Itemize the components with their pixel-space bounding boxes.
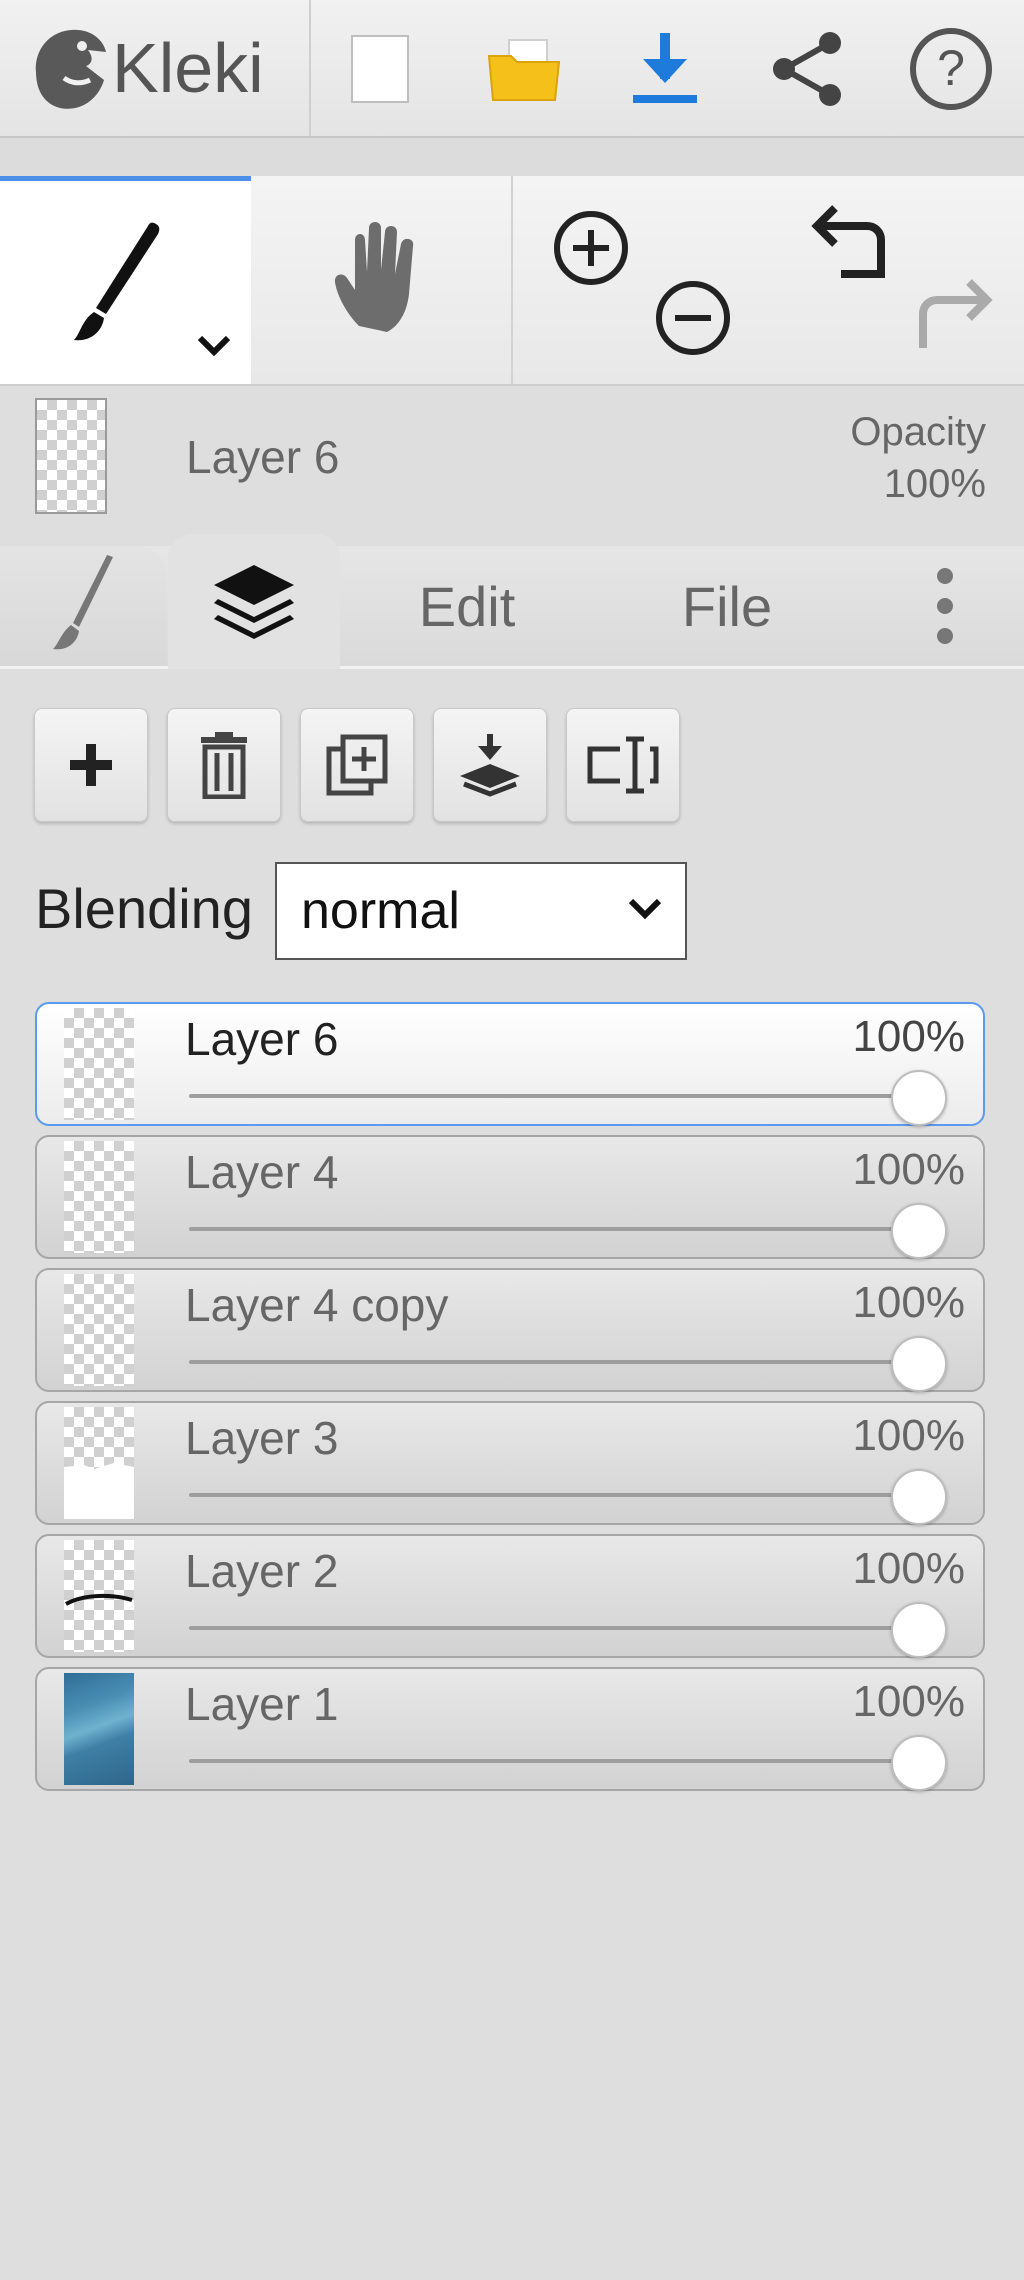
layer-opacity: 100% bbox=[852, 1012, 965, 1061]
rename-layer-icon bbox=[587, 736, 659, 794]
layer-thumbnail bbox=[64, 1540, 134, 1652]
svg-text:?: ? bbox=[937, 40, 965, 96]
panel-tabs: Edit File bbox=[0, 526, 1024, 669]
layer-item[interactable]: Layer 4 100% bbox=[35, 1135, 985, 1259]
layer-name: Layer 1 bbox=[185, 1678, 339, 1730]
add-layer-icon bbox=[70, 744, 112, 786]
layer-opacity: 100% bbox=[852, 1145, 965, 1194]
merge-down-icon bbox=[460, 734, 520, 797]
layer-thumbnail-content bbox=[64, 1463, 134, 1519]
current-layer-opacity: Opacity 100% bbox=[850, 406, 986, 510]
open-folder-icon bbox=[487, 39, 561, 101]
layer-opacity: 100% bbox=[852, 1544, 965, 1593]
opacity-slider-handle[interactable] bbox=[891, 1203, 947, 1259]
opacity-slider-handle[interactable] bbox=[891, 1735, 947, 1791]
more-menu-button[interactable] bbox=[900, 546, 990, 666]
share-icon bbox=[773, 32, 841, 106]
download-icon bbox=[633, 33, 697, 103]
new-image-button[interactable] bbox=[335, 24, 425, 114]
opacity-slider-handle[interactable] bbox=[891, 1336, 947, 1392]
layer-thumbnail-content bbox=[65, 1593, 133, 1606]
tab-file[interactable]: File bbox=[652, 546, 802, 666]
layer-name: Layer 6 bbox=[185, 1013, 339, 1065]
tab-brush[interactable] bbox=[0, 546, 166, 666]
share-button[interactable] bbox=[763, 24, 853, 114]
history-controls bbox=[769, 176, 1024, 384]
zoom-out-icon[interactable] bbox=[653, 278, 733, 358]
opacity-slider-handle[interactable] bbox=[891, 1070, 947, 1126]
layer-item[interactable]: Layer 1 100% bbox=[35, 1667, 985, 1791]
delete-layer-icon bbox=[201, 732, 247, 799]
hand-tool-icon bbox=[334, 222, 414, 332]
layer-opacity: 100% bbox=[852, 1278, 965, 1327]
tab-layers[interactable] bbox=[168, 534, 340, 669]
blending-select[interactable]: normal bbox=[275, 862, 687, 960]
add-layer-button[interactable] bbox=[34, 708, 148, 822]
layer-thumbnail bbox=[64, 1407, 134, 1519]
opacity-slider-handle[interactable] bbox=[891, 1602, 947, 1658]
opacity-value: 100% bbox=[883, 462, 986, 506]
opacity-slider-handle[interactable] bbox=[891, 1469, 947, 1525]
layer-opacity: 100% bbox=[852, 1677, 965, 1726]
open-file-button[interactable] bbox=[480, 24, 570, 114]
zoom-in-icon[interactable] bbox=[551, 208, 631, 288]
redo-icon[interactable] bbox=[909, 276, 993, 360]
layer-item[interactable]: Layer 6 100% bbox=[35, 1002, 985, 1126]
layer-thumbnail bbox=[64, 1274, 134, 1386]
kleki-logo-icon bbox=[35, 29, 106, 109]
merge-down-button[interactable] bbox=[433, 708, 547, 822]
more-vertical-icon bbox=[937, 568, 953, 644]
top-toolbar: Kleki ? bbox=[0, 0, 1024, 138]
new-image-icon bbox=[351, 35, 409, 103]
opacity-slider-track[interactable] bbox=[189, 1626, 929, 1630]
opacity-label: Opacity bbox=[850, 410, 986, 454]
tool-row bbox=[0, 176, 1024, 386]
layer-name: Layer 4 copy bbox=[185, 1279, 449, 1331]
delete-layer-button[interactable] bbox=[167, 708, 281, 822]
current-layer-name: Layer 6 bbox=[186, 431, 340, 483]
layer-opacity: 100% bbox=[852, 1411, 965, 1460]
layer-thumbnail bbox=[64, 1141, 134, 1253]
blending-label: Blending bbox=[35, 877, 253, 940]
chevron-down-icon bbox=[628, 898, 662, 920]
app-logo[interactable]: Kleki bbox=[24, 18, 264, 118]
opacity-slider-track[interactable] bbox=[189, 1094, 929, 1098]
chevron-down-icon[interactable] bbox=[196, 333, 232, 357]
layer-name: Layer 3 bbox=[185, 1412, 339, 1464]
layer-item[interactable]: Layer 2 100% bbox=[35, 1534, 985, 1658]
opacity-slider-track[interactable] bbox=[189, 1227, 929, 1231]
brush-tool-button[interactable] bbox=[0, 176, 251, 384]
brush-icon bbox=[53, 555, 113, 650]
layer-thumbnail bbox=[35, 398, 107, 514]
zoom-controls bbox=[513, 176, 769, 384]
layer-thumbnail bbox=[64, 1673, 134, 1785]
rename-layer-button[interactable] bbox=[566, 708, 680, 822]
help-icon: ? bbox=[910, 28, 992, 110]
divider bbox=[309, 0, 311, 136]
tab-edit[interactable]: Edit bbox=[392, 546, 542, 666]
opacity-slider-track[interactable] bbox=[189, 1360, 929, 1364]
layer-item[interactable]: Layer 3 100% bbox=[35, 1401, 985, 1525]
current-layer-preview: Layer 6 Opacity 100% bbox=[0, 386, 1024, 522]
blending-value: normal bbox=[301, 882, 460, 940]
opacity-slider-track[interactable] bbox=[189, 1759, 929, 1763]
app-name: Kleki bbox=[112, 29, 264, 107]
undo-icon[interactable] bbox=[811, 202, 895, 286]
layer-thumbnail bbox=[64, 1008, 134, 1120]
help-button[interactable]: ? bbox=[906, 24, 996, 114]
opacity-slider-track[interactable] bbox=[189, 1493, 929, 1497]
toolbar-gap bbox=[0, 138, 1024, 176]
layer-name: Layer 4 bbox=[185, 1146, 339, 1198]
layer-item[interactable]: Layer 4 copy 100% bbox=[35, 1268, 985, 1392]
layer-name: Layer 2 bbox=[185, 1545, 339, 1597]
brush-tool-icon bbox=[74, 222, 160, 341]
duplicate-layer-icon bbox=[326, 734, 388, 796]
download-button[interactable] bbox=[620, 24, 710, 114]
hand-tool-button[interactable] bbox=[251, 176, 511, 384]
layers-icon bbox=[214, 564, 294, 639]
duplicate-layer-button[interactable] bbox=[300, 708, 414, 822]
